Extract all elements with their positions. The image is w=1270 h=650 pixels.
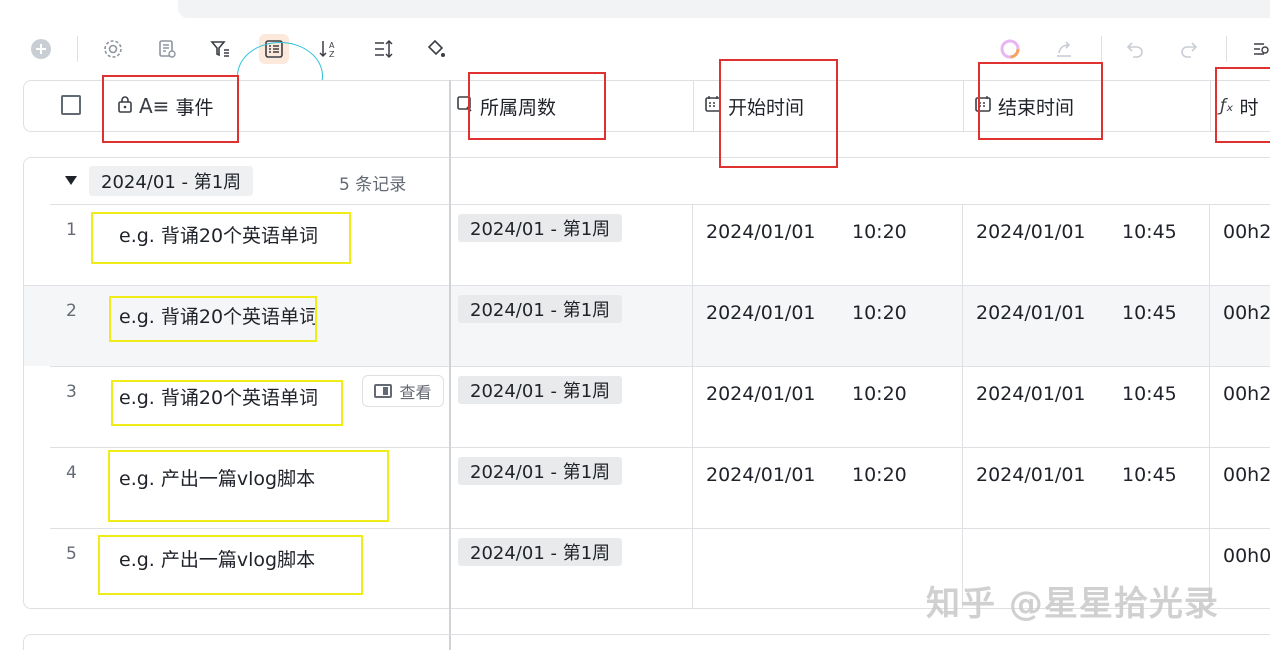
- event-cell[interactable]: e.g. 背诵20个英语单词: [119, 221, 318, 248]
- column-header-duration[interactable]: ƒₓ 时: [1220, 81, 1259, 131]
- group-label: 2024/01 - 第1周: [89, 166, 254, 196]
- end-time[interactable]: 10:45: [1122, 302, 1177, 324]
- top-bar-strip: [178, 0, 1270, 18]
- toolbar-divider: [77, 36, 78, 62]
- row-number: 1: [66, 220, 77, 240]
- column-header-week[interactable]: 所属周数: [456, 81, 556, 131]
- watermark: 知乎 @星星拾光录: [926, 584, 1219, 624]
- start-time[interactable]: 10:20: [852, 464, 907, 486]
- start-date[interactable]: 2024/01/01: [706, 383, 816, 405]
- end-time[interactable]: 10:45: [1122, 221, 1177, 243]
- column-header-week-label: 所属周数: [480, 96, 557, 119]
- row-number: 3: [66, 382, 77, 402]
- select-all-checkbox[interactable]: [61, 95, 81, 115]
- column-header-event[interactable]: A≡ 事件: [117, 81, 213, 131]
- duration-cell[interactable]: 00h2: [1223, 383, 1270, 405]
- column-header-start[interactable]: 开始时间: [704, 81, 804, 131]
- column-divider: [963, 81, 964, 131]
- end-date[interactable]: 2024/01/01: [976, 383, 1086, 405]
- column-header-start-label: 开始时间: [728, 96, 805, 119]
- calendar-icon: [704, 95, 722, 118]
- end-date[interactable]: 2024/01/01: [976, 302, 1086, 324]
- event-cell[interactable]: e.g. 产出一篇vlog脚本: [119, 464, 315, 491]
- group-record-count: 5 条记录: [339, 175, 407, 195]
- week-tag[interactable]: 2024/01 - 第1周: [458, 214, 623, 242]
- start-date[interactable]: 2024/01/01: [706, 464, 816, 486]
- column-header-event-label: 事件: [175, 96, 214, 119]
- filter-icon[interactable]: [205, 34, 235, 64]
- week-tag[interactable]: 2024/01 - 第1周: [458, 457, 623, 485]
- svg-text:Z: Z: [329, 50, 335, 59]
- duration-cell[interactable]: 00h2: [1223, 221, 1270, 243]
- start-date[interactable]: 2024/01/01: [706, 221, 816, 243]
- row-number: 5: [66, 544, 77, 564]
- column-divider: [962, 204, 963, 608]
- view-record-button[interactable]: 查看: [362, 375, 444, 407]
- expand-icon: [374, 384, 393, 398]
- frozen-column-divider[interactable]: [449, 80, 451, 650]
- more-icon[interactable]: [1244, 34, 1270, 64]
- calendar-icon: [974, 95, 992, 118]
- add-icon[interactable]: [26, 34, 56, 64]
- row-height-icon[interactable]: [368, 34, 398, 64]
- svg-text:A: A: [329, 41, 335, 50]
- share-icon[interactable]: [1049, 34, 1079, 64]
- end-time[interactable]: 10:45: [1122, 383, 1177, 405]
- group-icon[interactable]: [259, 34, 289, 64]
- toolbar: AZ: [0, 28, 1270, 110]
- row-number: 2: [66, 301, 77, 321]
- ai-icon[interactable]: [995, 34, 1025, 64]
- start-date[interactable]: 2024/01/01: [706, 302, 816, 324]
- sort-icon[interactable]: AZ: [314, 34, 344, 64]
- column-divider: [1210, 81, 1211, 131]
- collapse-arrow-icon[interactable]: [65, 176, 77, 185]
- column-header-duration-label: 时: [1239, 96, 1259, 119]
- row-number: 4: [66, 463, 77, 483]
- column-header-end-label: 结束时间: [998, 96, 1075, 119]
- event-cell[interactable]: e.g. 产出一篇vlog脚本: [119, 545, 315, 572]
- week-tag[interactable]: 2024/01 - 第1周: [458, 376, 623, 404]
- end-date[interactable]: 2024/01/01: [976, 464, 1086, 486]
- toolbar-divider: [1226, 36, 1227, 62]
- start-time[interactable]: 10:20: [852, 302, 907, 324]
- start-time[interactable]: 10:20: [852, 221, 907, 243]
- link-field-icon: [456, 95, 474, 118]
- toolbar-divider: [1101, 36, 1102, 62]
- field-settings-icon[interactable]: [152, 34, 182, 64]
- column-header-end[interactable]: 结束时间: [974, 81, 1074, 131]
- settings-icon[interactable]: [98, 34, 128, 64]
- week-tag[interactable]: 2024/01 - 第1周: [458, 295, 623, 323]
- column-divider: [1209, 204, 1210, 608]
- table-header: A≡ 事件 所属周数 开始时间 结束时间 ƒₓ 时: [23, 80, 1270, 132]
- text-field-icon: A≡: [139, 94, 170, 118]
- undo-icon[interactable]: [1120, 34, 1150, 64]
- start-time[interactable]: 10:20: [852, 383, 907, 405]
- end-date[interactable]: 2024/01/01: [976, 221, 1086, 243]
- formula-icon: ƒₓ: [1220, 96, 1234, 116]
- duration-cell[interactable]: 00h2: [1223, 302, 1270, 324]
- week-tag[interactable]: 2024/01 - 第1周: [458, 538, 623, 566]
- column-divider: [693, 81, 694, 131]
- duration-cell[interactable]: 00h2: [1223, 464, 1270, 486]
- end-time[interactable]: 10:45: [1122, 464, 1177, 486]
- next-group-block: [23, 634, 1270, 650]
- redo-icon[interactable]: [1174, 34, 1204, 64]
- view-record-label: 查看: [399, 383, 432, 402]
- event-cell[interactable]: e.g. 背诵20个英语单词: [119, 302, 318, 329]
- lock-icon: [117, 95, 133, 118]
- column-divider: [692, 204, 693, 608]
- duration-cell[interactable]: 00h0: [1223, 545, 1270, 567]
- fill-color-icon[interactable]: [421, 34, 451, 64]
- event-cell[interactable]: e.g. 背诵20个英语单词: [119, 383, 318, 410]
